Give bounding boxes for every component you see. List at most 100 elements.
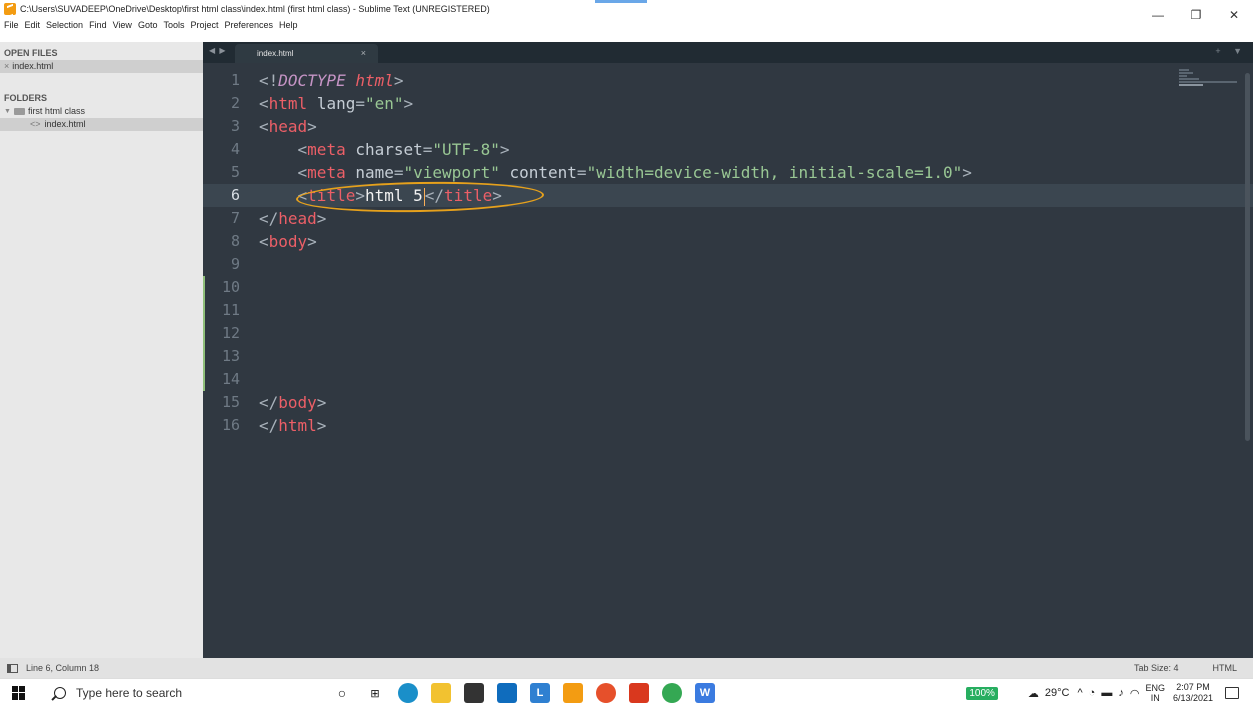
code-line: <meta charset="UTF-8"> (297, 140, 510, 159)
line-number: 8 (230, 232, 240, 250)
line-number: 10 (221, 278, 240, 296)
menu-selection[interactable]: Selection (46, 20, 83, 30)
cortana-icon[interactable]: ○ (332, 683, 352, 703)
menu-file[interactable]: File (4, 20, 19, 30)
line-number: 1 (230, 71, 240, 89)
title-accent (595, 0, 647, 3)
tab-close-icon[interactable]: × (361, 48, 366, 58)
menu-project[interactable]: Project (190, 20, 218, 30)
code-line: <html lang="en"> (259, 94, 414, 113)
windows-taskbar: Type here to search ○ ⊞ L W 100% ☁ 29°C … (0, 678, 1253, 706)
tab-bar: ◀ ▶ index.html × + ▼ (203, 42, 1253, 63)
folder-label: first html class (27, 106, 85, 116)
line-number: 14 (221, 370, 240, 388)
syntax-indicator[interactable]: HTML (1213, 663, 1238, 673)
region-code: IN (1150, 693, 1160, 703)
network-icon[interactable]: ◔ (1089, 687, 1096, 699)
open-file-item[interactable]: × index.html (0, 60, 203, 73)
vertical-scrollbar[interactable] (1245, 73, 1250, 441)
close-icon[interactable]: × (4, 60, 9, 73)
line-number-gutter: 1 2 3 4 5 6 7 8 9 10 11 12 13 14 15 16 (203, 69, 247, 437)
volume-icon[interactable]: ♪ (1118, 687, 1124, 699)
minimize-button[interactable]: — (1139, 0, 1177, 30)
code-content[interactable]: <!DOCTYPE html> <html lang="en"> <head> … (259, 69, 972, 437)
line-number: 16 (221, 416, 240, 434)
chrome-icon[interactable] (662, 683, 682, 703)
tab-index-html[interactable]: index.html × (235, 44, 378, 63)
sidebar: OPEN FILES × index.html FOLDERS ▼ first … (0, 42, 203, 658)
line-number: 2 (230, 94, 240, 112)
line-number: 7 (230, 209, 240, 227)
line-number: 4 (230, 140, 240, 158)
line-number: 12 (221, 324, 240, 342)
folders-heading: FOLDERS (4, 93, 48, 103)
clock-date: 6/13/2021 (1172, 693, 1213, 703)
zoom-badge[interactable]: 100% (966, 686, 998, 700)
mail-icon[interactable] (497, 683, 517, 703)
wifi-icon[interactable]: ◠ (1130, 687, 1140, 700)
line-number-active: 6 (203, 184, 247, 207)
temperature[interactable]: 29°C (1045, 687, 1070, 699)
tab-tools-icon[interactable]: + ▼ (1215, 46, 1247, 56)
sublime-taskbar-icon[interactable] (563, 683, 583, 703)
wps-icon[interactable]: W (695, 683, 715, 703)
system-tray: 100% ☁ 29°C ^ ◔ ▬ ♪ ◠ ENG IN 2:07 PM 6/1… (966, 679, 1253, 707)
menu-find[interactable]: Find (89, 20, 107, 30)
tab-label: index.html (257, 49, 294, 58)
close-button[interactable]: ✕ (1215, 0, 1253, 30)
menu-help[interactable]: Help (279, 20, 298, 30)
chevron-down-icon[interactable]: ▼ (4, 105, 11, 118)
line-number: 13 (221, 347, 240, 365)
menu-view[interactable]: View (113, 20, 132, 30)
taskbar-search[interactable]: Type here to search (40, 679, 304, 707)
folder-item[interactable]: ▼ first html class (0, 105, 203, 118)
tab-size-indicator[interactable]: Tab Size: 4 (1134, 663, 1179, 673)
code-line: <body> (259, 232, 317, 251)
folder-icon (13, 108, 25, 115)
store-icon[interactable] (464, 683, 484, 703)
language-code: ENG (1145, 683, 1165, 693)
notification-icon[interactable] (1225, 687, 1239, 699)
open-files-heading: OPEN FILES (4, 48, 58, 58)
cursor-position: Line 6, Column 18 (26, 663, 100, 673)
weather-icon[interactable]: ☁ (1028, 687, 1039, 700)
battery-icon[interactable]: ▬ (1101, 687, 1112, 699)
code-editor[interactable]: 1 2 3 4 5 6 7 8 9 10 11 12 13 14 15 16 <… (203, 63, 1253, 658)
menu-tools[interactable]: Tools (163, 20, 184, 30)
search-placeholder: Type here to search (76, 686, 183, 700)
code-line: </html> (259, 416, 327, 435)
windows-start-icon[interactable] (12, 685, 26, 700)
code-file-icon: <> (30, 119, 41, 129)
task-view-icon[interactable]: ⊞ (365, 683, 385, 703)
menu-edit[interactable]: Edit (25, 20, 41, 30)
office-icon[interactable] (629, 683, 649, 703)
file-explorer-icon[interactable] (431, 683, 451, 703)
firefox-icon[interactable] (596, 683, 616, 703)
menu-goto[interactable]: Goto (138, 20, 158, 30)
l-app-icon[interactable]: L (530, 683, 550, 703)
language-indicator[interactable]: ENG IN (1145, 683, 1165, 703)
minimap[interactable] (1179, 69, 1239, 99)
maximize-button[interactable]: ❐ (1177, 0, 1215, 30)
clock[interactable]: 2:07 PM 6/13/2021 (1173, 682, 1213, 704)
line-number: 3 (230, 117, 240, 135)
code-line: </body> (259, 393, 327, 412)
search-icon (54, 687, 66, 699)
tab-nav-arrows-icon[interactable]: ◀ ▶ (209, 46, 227, 55)
chevron-up-icon[interactable]: ^ (1078, 687, 1083, 699)
edge-icon[interactable] (398, 683, 418, 703)
line-number: 15 (221, 393, 240, 411)
panel-toggle-icon[interactable] (7, 663, 18, 673)
line-number: 11 (221, 301, 240, 319)
clock-time: 2:07 PM (1176, 682, 1210, 692)
menu-bar: File Edit Selection Find View Goto Tools… (0, 18, 304, 32)
folder-file-item[interactable]: <> index.html (0, 118, 203, 131)
window-title: C:\Users\SUVADEEP\OneDrive\Desktop\first… (20, 4, 490, 14)
menu-preferences[interactable]: Preferences (224, 20, 273, 30)
code-line: <meta name="viewport" content="width=dev… (297, 163, 972, 182)
